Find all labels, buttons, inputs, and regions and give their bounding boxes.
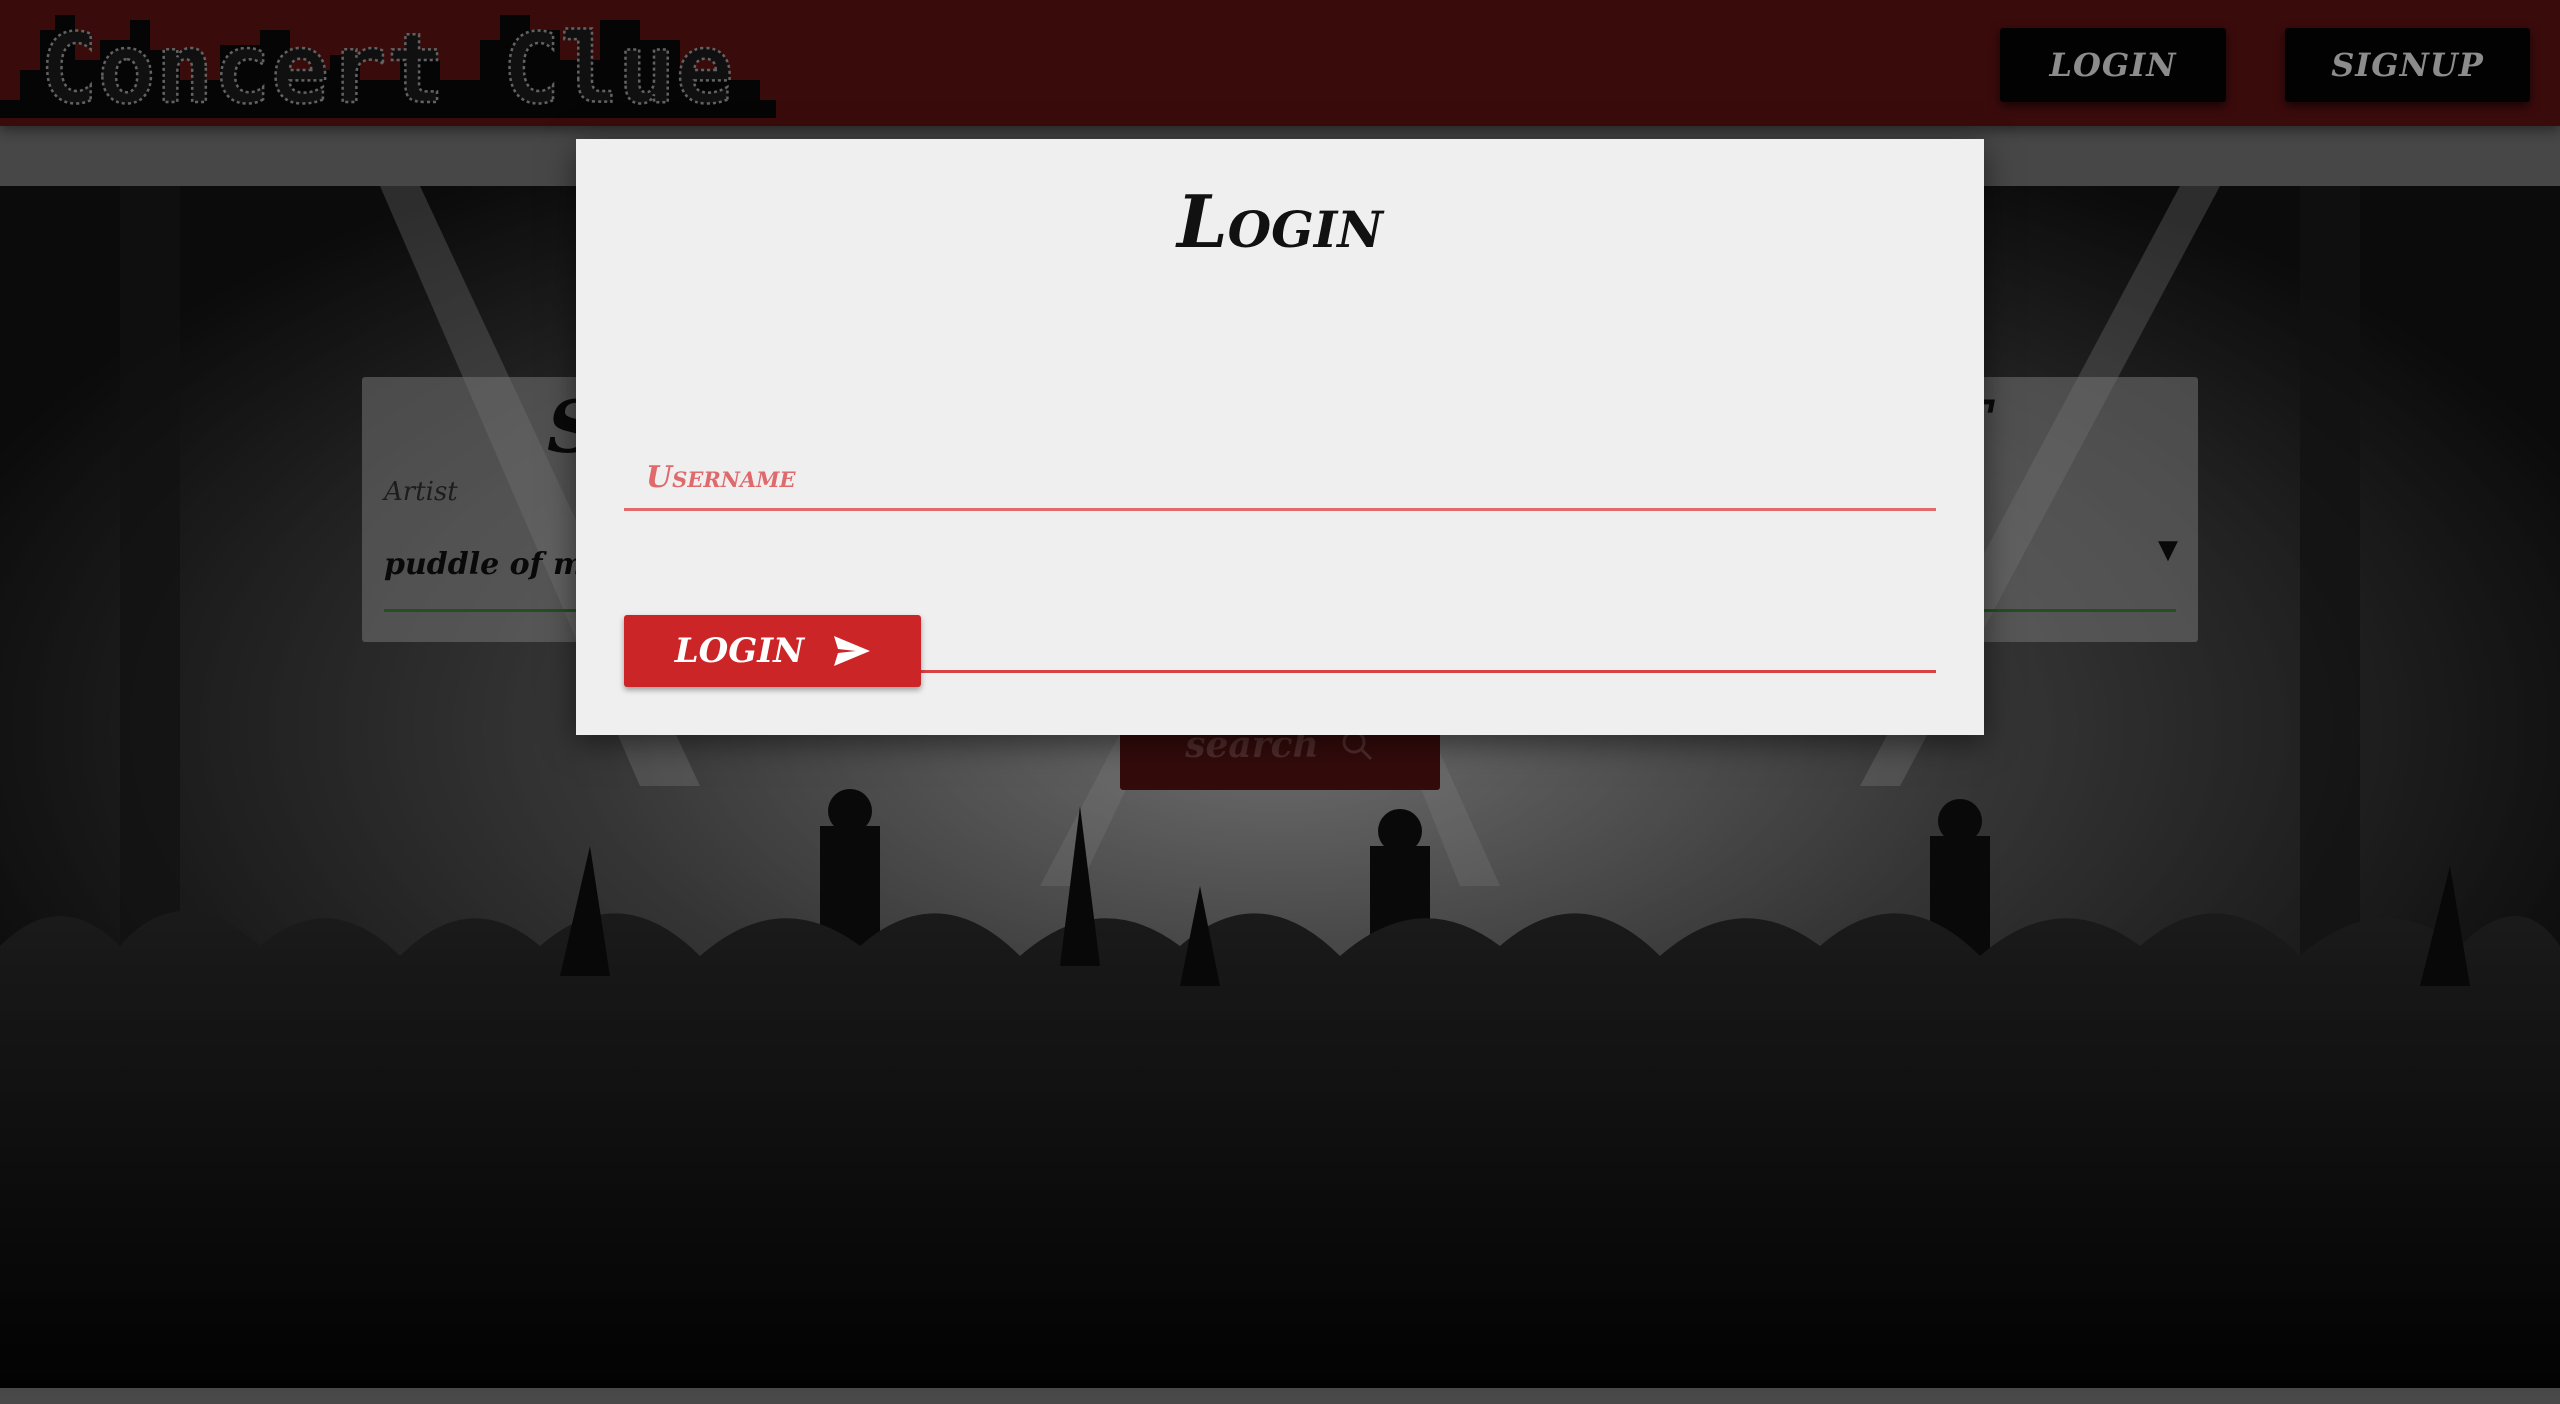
modal-title: Login: [1177, 179, 1383, 264]
login-modal: Login login: [576, 139, 1984, 735]
login-submit-label: login: [674, 631, 805, 671]
login-submit-button[interactable]: login: [624, 615, 921, 687]
username-underline: [624, 508, 1936, 511]
username-input[interactable]: [624, 447, 1936, 507]
username-field: [624, 447, 1936, 511]
send-icon: [834, 636, 871, 666]
